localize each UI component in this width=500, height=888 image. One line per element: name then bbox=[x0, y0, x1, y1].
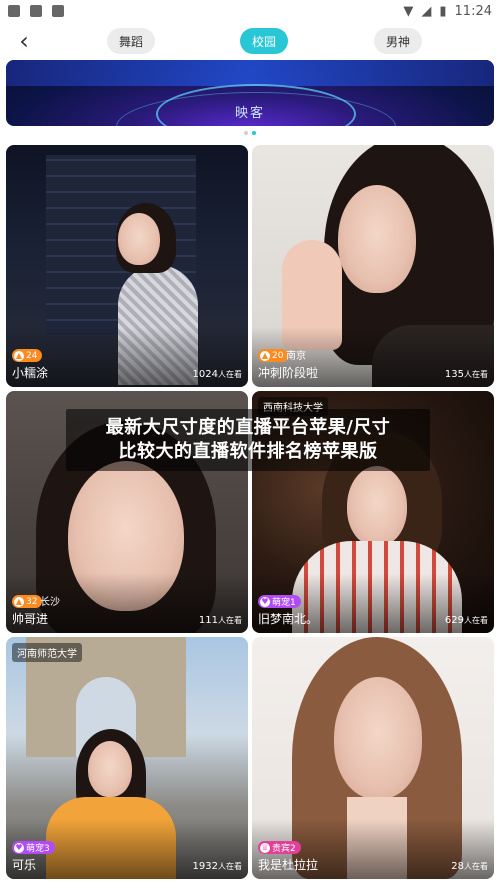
tab-male-idol[interactable]: 男神 bbox=[374, 28, 422, 54]
status-bar: ▼ ◢ ▮ 11:24 bbox=[0, 0, 500, 22]
clock: 11:24 bbox=[454, 3, 492, 19]
android-icon bbox=[30, 5, 42, 17]
wifi-icon: ▼ bbox=[403, 3, 414, 19]
level-badge: ♕ 贵宾2 bbox=[258, 841, 301, 854]
school-badge: 河南师范大学 bbox=[12, 643, 82, 662]
live-card[interactable]: ▲ 24 小糯涂 1024人在看 bbox=[6, 145, 248, 387]
streamer-name: 可乐 bbox=[12, 858, 37, 872]
pagination-dot-active[interactable] bbox=[252, 131, 256, 135]
overlay-line-2: 比较大的直播软件排名榜苹果版 bbox=[118, 441, 378, 462]
level-badge: ♥ 萌宠1 bbox=[258, 595, 301, 608]
streamer-name: 小糯涂 bbox=[12, 366, 49, 380]
heart-icon: ♥ bbox=[260, 596, 270, 607]
crown-icon: ♕ bbox=[260, 842, 270, 853]
live-card[interactable]: ▲ 20 南京 冲刺阶段啦 135人在看 bbox=[252, 145, 494, 387]
banner-graphic bbox=[6, 60, 494, 86]
streamer-name: 旧梦南北。 bbox=[258, 612, 319, 626]
promo-banner[interactable]: 映客 bbox=[6, 60, 494, 126]
tab-campus[interactable]: 校园 bbox=[240, 28, 288, 54]
viewer-count: 135人在看 bbox=[444, 369, 488, 380]
overlay-caption: 最新大尺寸度的直播平台苹果/尺寸 比较大的直播软件排名榜苹果版 bbox=[66, 409, 430, 471]
signal-icon: ◢ bbox=[421, 3, 432, 19]
top-navigation: ‹ 舞蹈 校园 男神 bbox=[0, 22, 500, 60]
city-label: 南京 bbox=[286, 351, 306, 362]
streamer-name: 我是杜拉拉 bbox=[258, 858, 319, 872]
level-badge: ▲ 24 bbox=[12, 349, 43, 362]
live-card[interactable]: 河南师范大学 ♥ 萌宠3 可乐 1932人在看 bbox=[6, 637, 248, 879]
back-button[interactable]: ‹ bbox=[10, 26, 38, 56]
chevron-left-icon: ‹ bbox=[19, 27, 29, 55]
viewer-count: 629人在看 bbox=[444, 615, 488, 626]
tab-dance[interactable]: 舞蹈 bbox=[107, 28, 155, 54]
viewer-count: 111人在看 bbox=[198, 615, 242, 626]
flame-icon: ▲ bbox=[14, 350, 24, 361]
battery-icon: ▮ bbox=[439, 3, 447, 19]
level-badge: ▲ 20 bbox=[258, 349, 289, 362]
level-badge: ▲ 32 bbox=[12, 595, 43, 608]
city-label: 长沙 bbox=[40, 597, 60, 608]
pagination-dot[interactable] bbox=[244, 131, 248, 135]
notification-icon bbox=[8, 5, 20, 17]
streamer-name: 冲刺阶段啦 bbox=[258, 366, 319, 380]
system-icons: ▼ ◢ ▮ 11:24 bbox=[403, 4, 492, 19]
notification-icons bbox=[8, 5, 64, 17]
heart-icon: ♥ bbox=[14, 842, 24, 853]
app-icon bbox=[52, 5, 64, 17]
viewer-count: 28人在看 bbox=[451, 861, 488, 872]
streamer-name: 帅哥进 bbox=[12, 612, 49, 626]
flame-icon: ▲ bbox=[260, 350, 270, 361]
flame-icon: ▲ bbox=[14, 596, 24, 607]
viewer-count: 1932人在看 bbox=[192, 861, 242, 872]
level-badge: ♥ 萌宠3 bbox=[12, 841, 55, 854]
banner-pagination bbox=[0, 131, 500, 135]
viewer-count: 1024人在看 bbox=[192, 369, 242, 380]
overlay-line-1: 最新大尺寸度的直播平台苹果/尺寸 bbox=[105, 417, 391, 438]
banner-subtitle: 映客 bbox=[234, 106, 265, 121]
live-card[interactable]: ♕ 贵宾2 我是杜拉拉 28人在看 bbox=[252, 637, 494, 879]
